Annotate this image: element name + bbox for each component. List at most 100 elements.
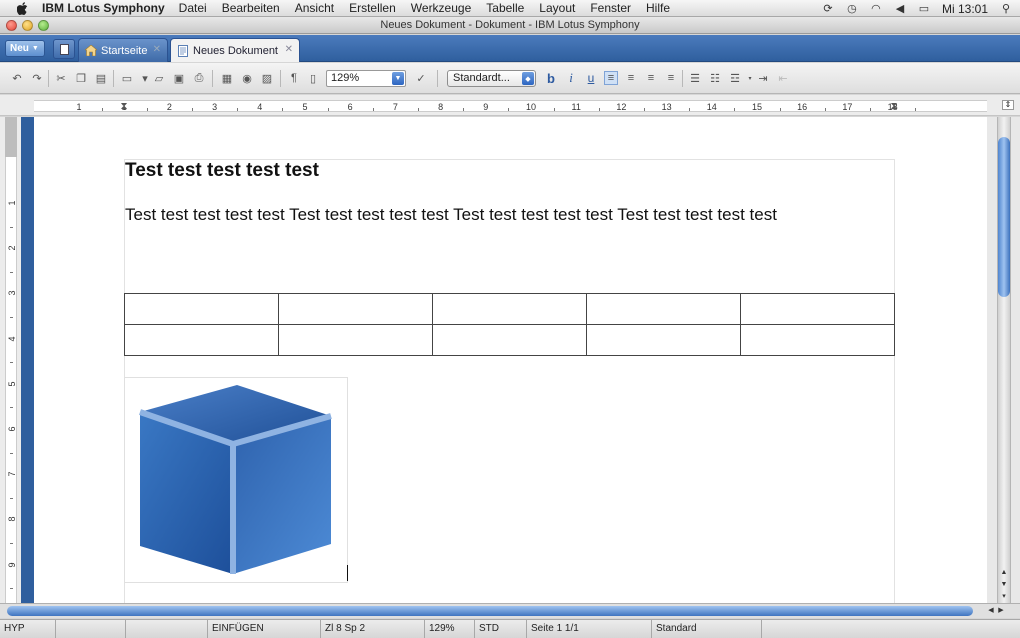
tab-startseite[interactable]: Startseite ✕ (78, 38, 168, 62)
multilevel-list-icon[interactable]: ☲ (728, 71, 742, 85)
print-icon[interactable]: ⎙ (192, 71, 206, 85)
table-cell[interactable] (432, 324, 587, 356)
apple-menu-icon[interactable] (14, 1, 30, 15)
show-pages-button[interactable] (53, 39, 75, 59)
battery-icon[interactable]: ▭ (918, 3, 930, 15)
save-icon[interactable]: ▣ (172, 71, 186, 85)
ruler-toggle-button[interactable]: ⇕ (1002, 100, 1014, 110)
menu-fenster[interactable]: Fenster (590, 1, 631, 15)
menu-ansicht[interactable]: Ansicht (295, 1, 334, 15)
insert-table-icon[interactable]: ▦ (220, 71, 234, 85)
left-indent-marker-icon[interactable]: ⧗ (120, 101, 127, 112)
align-left-icon[interactable]: ≡ (604, 71, 618, 85)
cut-icon[interactable]: ✂ (54, 71, 68, 85)
chevron-down-icon: ▼ (31, 45, 39, 52)
ruler-tick (644, 108, 645, 111)
sync-icon[interactable]: ⟳ (822, 3, 834, 15)
vertical-ruler-scale: 1 2 3 4 5 6 7 8 9 (5, 157, 17, 603)
numbered-list-icon[interactable]: ☷ (708, 71, 722, 85)
copy-icon[interactable]: ❐ (74, 71, 88, 85)
italic-icon[interactable]: i (564, 70, 578, 85)
table-cell[interactable] (586, 324, 741, 356)
vertical-scroll-thumb[interactable] (998, 137, 1010, 297)
decrease-indent-icon[interactable]: ⇤ (776, 71, 790, 85)
table-cell[interactable] (124, 293, 279, 325)
table-cell[interactable] (586, 293, 741, 325)
ruler-number: 17 (842, 102, 853, 112)
horizontal-ruler[interactable]: 1 1 2 3 4 5 6 7 8 9 10 11 12 13 14 15 16 17 18 ⧗ ⧗ ⇕ (0, 95, 1020, 116)
bold-icon[interactable]: b (544, 71, 558, 86)
document-canvas[interactable]: Test test test test test Test test test … (34, 117, 987, 603)
increase-indent-icon[interactable]: ⇥ (756, 71, 770, 85)
table-cell[interactable] (740, 293, 895, 325)
app-menu[interactable]: IBM Lotus Symphony (42, 1, 165, 15)
time-machine-icon[interactable]: ◷ (846, 3, 858, 15)
scroll-left-icon[interactable]: ◀ (986, 605, 996, 617)
scroll-up-icon[interactable]: ▲ (998, 567, 1010, 579)
insert-image-icon[interactable]: ▨ (260, 71, 274, 85)
table-cell[interactable] (432, 293, 587, 325)
ruler-tick (10, 497, 13, 499)
document-table[interactable] (124, 293, 895, 356)
menu-werkzeuge[interactable]: Werkzeuge (411, 1, 471, 15)
status-page-style[interactable]: Standard (652, 620, 762, 638)
right-indent-marker-icon[interactable]: ⧗ (890, 101, 897, 112)
wifi-icon[interactable]: ◠ (870, 3, 882, 15)
vertical-ruler[interactable]: 1 2 3 4 5 6 7 8 9 (0, 117, 34, 603)
status-zoom[interactable]: 129% (425, 620, 475, 638)
menu-datei[interactable]: Datei (179, 1, 207, 15)
page-shadow (21, 117, 34, 603)
align-right-icon[interactable]: ≡ (644, 71, 658, 85)
close-tab-icon[interactable]: ✕ (153, 44, 161, 55)
ruler-number: 4 (7, 336, 17, 342)
undo-icon[interactable]: ↶ (10, 71, 24, 85)
spellcheck-icon[interactable]: ✓ (414, 71, 428, 85)
page-view-icon[interactable]: ▯ (306, 71, 320, 85)
horizontal-scroll-thumb[interactable] (7, 606, 973, 616)
chevron-updown-icon: ◆ (522, 72, 534, 85)
ruler-number: 2 (7, 245, 17, 251)
scroll-right-icon[interactable]: ▶ (996, 605, 1006, 617)
menu-layout[interactable]: Layout (539, 1, 575, 15)
menu-clock[interactable]: Mi 13:01 (942, 2, 988, 16)
new-document-icon[interactable]: ▭ (120, 71, 134, 85)
justify-icon[interactable]: ≡ (664, 71, 678, 85)
table-cell[interactable] (278, 293, 433, 325)
menu-bearbeiten[interactable]: Bearbeiten (222, 1, 280, 15)
next-page-icon[interactable]: ▾ (998, 591, 1010, 603)
align-center-icon[interactable]: ≡ (624, 71, 638, 85)
close-tab-icon[interactable]: ✕ (285, 44, 293, 55)
status-empty (56, 620, 126, 638)
insert-chart-icon[interactable]: ◉ (240, 71, 254, 85)
table-cell[interactable] (278, 324, 433, 356)
document-body-text[interactable]: Test test test test test Test test test … (125, 205, 777, 225)
paragraph-style-select[interactable]: Standardt... ◆ (447, 70, 536, 87)
scroll-down-icon[interactable]: ▼ (998, 579, 1010, 591)
open-folder-icon[interactable]: ▱ (152, 71, 166, 85)
cube-image[interactable] (124, 377, 348, 583)
horizontal-scrollbar[interactable]: ◀ ▶ (0, 603, 1020, 618)
new-button[interactable]: Neu ▼ (5, 40, 45, 57)
status-insert-mode[interactable]: EINFÜGEN (208, 620, 321, 638)
document-heading[interactable]: Test test test test test (125, 160, 319, 182)
redo-icon[interactable]: ↷ (30, 71, 44, 85)
status-selection-mode[interactable]: STD (475, 620, 527, 638)
tab-neues-dokument[interactable]: Neues Dokument ✕ (170, 38, 300, 62)
table-cell[interactable] (124, 324, 279, 356)
menu-tabelle[interactable]: Tabelle (486, 1, 524, 15)
menu-erstellen[interactable]: Erstellen (349, 1, 396, 15)
bullet-list-icon[interactable]: ☰ (688, 71, 702, 85)
paste-icon[interactable]: ▤ (94, 71, 108, 85)
home-icon (85, 45, 97, 57)
chevron-down-icon[interactable]: ▾ (138, 71, 152, 85)
volume-icon[interactable]: ◀ (894, 3, 906, 15)
chevron-down-icon[interactable]: ▾ (743, 71, 757, 85)
spotlight-icon[interactable]: ⚲ (1000, 3, 1012, 15)
menu-hilfe[interactable]: Hilfe (646, 1, 670, 15)
underline-icon[interactable]: u (584, 71, 598, 85)
vertical-scrollbar[interactable]: ▲ ▼ ▾ (987, 117, 1020, 603)
status-hyphenation[interactable]: HYP (0, 620, 56, 638)
table-cell[interactable] (740, 324, 895, 356)
zoom-select[interactable]: 129% ▼ (326, 70, 406, 87)
formatting-marks-icon[interactable]: ¶ (287, 71, 301, 85)
